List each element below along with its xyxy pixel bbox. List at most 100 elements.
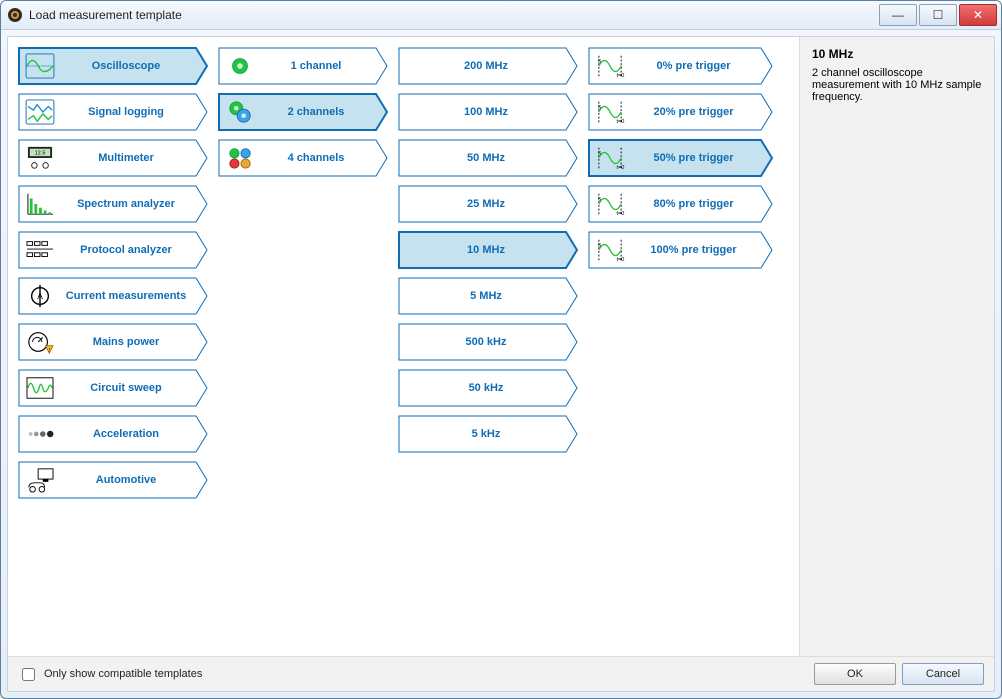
option-label: 2 channels — [260, 106, 372, 118]
pretrigger-icon: s t=0 — [594, 144, 626, 172]
option-label: Circuit sweep — [60, 382, 192, 394]
option-200mhz[interactable]: 200 MHz — [398, 47, 578, 85]
option-1ch[interactable]: 1 channel — [218, 47, 388, 85]
dialog-footer: Only show compatible templates OK Cancel — [8, 656, 994, 691]
svg-text:t=0: t=0 — [617, 73, 625, 79]
svg-text:12.5: 12.5 — [35, 150, 46, 156]
option-5mhz[interactable]: 5 MHz — [398, 277, 578, 315]
ok-button[interactable]: OK — [814, 663, 896, 685]
option-label: Oscilloscope — [60, 60, 192, 72]
channel4-icon — [224, 144, 256, 172]
current-measurements-icon: A — [24, 282, 56, 310]
option-current-measurements[interactable]: A Current measurements — [18, 277, 208, 315]
option-circuit-sweep[interactable]: Circuit sweep — [18, 369, 208, 407]
option-label: Automotive — [60, 474, 192, 486]
pretrigger-icon: s t=0 — [594, 236, 626, 264]
titlebar: Load measurement template — ☐ ✕ — [1, 1, 1001, 30]
option-pt80[interactable]: s t=0 80% pre trigger — [588, 185, 773, 223]
option-pt100[interactable]: s t=0 100% pre trigger — [588, 231, 773, 269]
option-label: Protocol analyzer — [60, 244, 192, 256]
option-5khz[interactable]: 5 kHz — [398, 415, 578, 453]
only-show-compatible-row[interactable]: Only show compatible templates — [18, 665, 808, 684]
dialog-content: Oscilloscope Signal logging 12.5 Multime… — [7, 36, 995, 692]
option-label: Current measurements — [60, 290, 192, 302]
option-pt0[interactable]: s t=0 0% pre trigger — [588, 47, 773, 85]
option-500khz[interactable]: 500 kHz — [398, 323, 578, 361]
info-description: 2 channel oscilloscope measurement with … — [812, 67, 981, 103]
circuit-sweep-icon — [24, 374, 56, 402]
option-pt20[interactable]: s t=0 20% pre trigger — [588, 93, 773, 131]
info-panel: 10 MHz 2 channel oscilloscope measuremen… — [799, 37, 994, 656]
option-50mhz[interactable]: 50 MHz — [398, 139, 578, 177]
svg-text:t=0: t=0 — [617, 119, 625, 125]
maximize-button[interactable]: ☐ — [919, 4, 957, 26]
load-measurement-template-dialog: Load measurement template — ☐ ✕ Oscillos… — [0, 0, 1002, 699]
option-label: 50 MHz — [410, 152, 562, 164]
channel1-icon — [224, 52, 256, 80]
option-spectrum-analyzer[interactable]: Spectrum analyzer — [18, 185, 208, 223]
category-column: Oscilloscope Signal logging 12.5 Multime… — [18, 47, 208, 646]
mains-power-icon: ! — [24, 328, 56, 356]
option-label: 4 channels — [260, 152, 372, 164]
option-label: 25 MHz — [410, 198, 562, 210]
multimeter-icon: 12.5 — [24, 144, 56, 172]
only-show-compatible-label: Only show compatible templates — [44, 668, 202, 680]
option-label: 80% pre trigger — [630, 198, 757, 210]
option-label: 5 kHz — [410, 428, 562, 440]
option-label: 5 MHz — [410, 290, 562, 302]
option-label: Multimeter — [60, 152, 192, 164]
cancel-button[interactable]: Cancel — [902, 663, 984, 685]
option-label: 100% pre trigger — [630, 244, 757, 256]
option-multimeter[interactable]: 12.5 Multimeter — [18, 139, 208, 177]
svg-text:t=0: t=0 — [617, 165, 625, 171]
option-100mhz[interactable]: 100 MHz — [398, 93, 578, 131]
option-label: Signal logging — [60, 106, 192, 118]
info-title: 10 MHz — [812, 47, 982, 61]
option-10mhz[interactable]: 10 MHz — [398, 231, 578, 269]
template-columns: Oscilloscope Signal logging 12.5 Multime… — [8, 37, 799, 656]
option-mains-power[interactable]: ! Mains power — [18, 323, 208, 361]
pretrigger-icon: s t=0 — [594, 190, 626, 218]
channels-column: 1 channel 2 channels 4 channels — [218, 47, 388, 646]
only-show-compatible-checkbox[interactable] — [22, 668, 35, 681]
svg-text:t=0: t=0 — [617, 257, 625, 263]
spectrum-analyzer-icon — [24, 190, 56, 218]
svg-text:t=0: t=0 — [617, 211, 625, 217]
oscilloscope-icon — [24, 52, 56, 80]
option-protocol-analyzer[interactable]: Protocol analyzer — [18, 231, 208, 269]
option-label: 1 channel — [260, 60, 372, 72]
frequency-column: 200 MHz 100 MHz 50 MHz 25 MHz 10 MHz 5 MHz 500… — [398, 47, 578, 646]
svg-text:A: A — [37, 291, 43, 301]
option-label: 0% pre trigger — [630, 60, 757, 72]
app-icon — [7, 7, 23, 23]
option-label: 50 kHz — [410, 382, 562, 394]
option-label: 50% pre trigger — [630, 152, 757, 164]
signal-logging-icon — [24, 98, 56, 126]
option-signal-logging[interactable]: Signal logging — [18, 93, 208, 131]
option-label: 10 MHz — [410, 244, 562, 256]
option-acceleration[interactable]: Acceleration — [18, 415, 208, 453]
option-label: 20% pre trigger — [630, 106, 757, 118]
option-pt50[interactable]: s t=0 50% pre trigger — [588, 139, 773, 177]
option-50khz[interactable]: 50 kHz — [398, 369, 578, 407]
option-oscilloscope[interactable]: Oscilloscope — [18, 47, 208, 85]
option-label: 200 MHz — [410, 60, 562, 72]
option-4ch[interactable]: 4 channels — [218, 139, 388, 177]
option-label: Spectrum analyzer — [60, 198, 192, 210]
option-label: 100 MHz — [410, 106, 562, 118]
pretrigger-icon: s t=0 — [594, 98, 626, 126]
option-label: 500 kHz — [410, 336, 562, 348]
pretrigger-icon: s t=0 — [594, 52, 626, 80]
option-25mhz[interactable]: 25 MHz — [398, 185, 578, 223]
channel2-icon — [224, 98, 256, 126]
option-2ch[interactable]: 2 channels — [218, 93, 388, 131]
acceleration-icon — [24, 420, 56, 448]
automotive-icon — [24, 466, 56, 494]
window-title: Load measurement template — [29, 8, 877, 22]
option-automotive[interactable]: Automotive — [18, 461, 208, 499]
option-label: Mains power — [60, 336, 192, 348]
pretrigger-column: s t=0 0% pre trigger s t=0 20% pre trigg… — [588, 47, 773, 646]
close-button[interactable]: ✕ — [959, 4, 997, 26]
protocol-analyzer-icon — [24, 236, 56, 264]
minimize-button[interactable]: — — [879, 4, 917, 26]
